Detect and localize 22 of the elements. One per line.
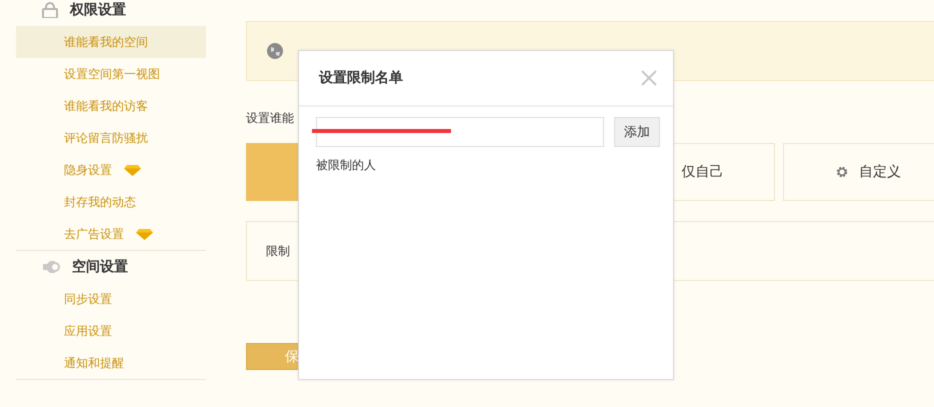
- globe-icon: [267, 43, 283, 59]
- list-label: 被限制的人: [315, 157, 377, 174]
- plug-icon: [42, 259, 60, 275]
- prompt-text: 设置谁能: [246, 110, 295, 127]
- sidebar-item[interactable]: 隐身设置: [16, 154, 206, 186]
- sidebar-item[interactable]: 评论留言防骚扰: [16, 122, 206, 154]
- sidebar-item[interactable]: 应用设置: [16, 315, 206, 347]
- sidebar-item[interactable]: 通知和提醒: [16, 347, 206, 379]
- restricted-label: 限制: [266, 242, 290, 260]
- section-title: 权限设置: [70, 1, 126, 19]
- sidebar-item[interactable]: 去广告设置: [16, 218, 206, 250]
- sidebar-item[interactable]: 设置空间第一视图: [16, 58, 206, 90]
- sidebar-item[interactable]: 同步设置: [16, 283, 206, 315]
- section-title: 空间设置: [72, 258, 128, 276]
- option-card[interactable]: 自定义: [783, 143, 934, 201]
- sidebar-item[interactable]: 谁能看我的空间: [16, 26, 206, 58]
- dialog-title: 设置限制名单: [319, 69, 403, 87]
- sidebar-item[interactable]: 谁能看我的访客: [16, 90, 206, 122]
- sidebar-item[interactable]: 封存我的动态: [16, 186, 206, 218]
- lock-icon: [42, 2, 58, 18]
- gear-icon: [835, 165, 849, 179]
- add-button[interactable]: 添加: [614, 117, 660, 147]
